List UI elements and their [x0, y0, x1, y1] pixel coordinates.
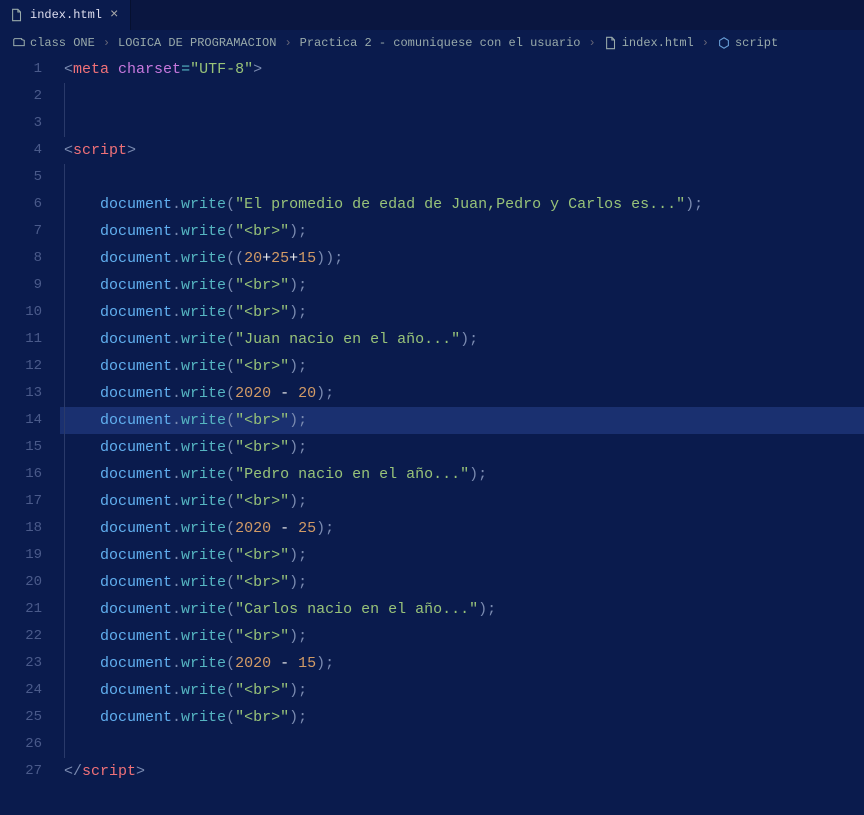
line-number: 24	[0, 677, 42, 704]
breadcrumb-item[interactable]: class ONE	[12, 36, 95, 50]
line-number: 23	[0, 650, 42, 677]
line-number: 1	[0, 56, 42, 83]
line-number: 8	[0, 245, 42, 272]
line-number: 27	[0, 758, 42, 785]
code-line[interactable]: document.write("<br>");	[60, 299, 864, 326]
code-line[interactable]: document.write("<br>");	[60, 407, 864, 434]
line-number: 17	[0, 488, 42, 515]
code-line[interactable]: document.write("<br>");	[60, 218, 864, 245]
folder-icon	[12, 36, 26, 50]
file-icon	[10, 8, 24, 22]
chevron-right-icon: ›	[698, 36, 713, 50]
breadcrumb-label: class ONE	[30, 36, 95, 50]
code-editor[interactable]: 1 2 3 4 5 6 7 8 9 10 11 12 13 14 15 16 1…	[0, 56, 864, 815]
code-line[interactable]: document.write(2020 - 20);	[60, 380, 864, 407]
code-line[interactable]: document.write("<br>");	[60, 542, 864, 569]
line-number: 25	[0, 704, 42, 731]
breadcrumb-item[interactable]: index.html	[604, 36, 694, 50]
line-number: 20	[0, 569, 42, 596]
code-line[interactable]: <meta charset="UTF-8">	[60, 56, 864, 83]
code-line[interactable]: document.write("<br>");	[60, 353, 864, 380]
close-icon[interactable]: ×	[108, 7, 120, 23]
breadcrumb: class ONE › LOGICA DE PROGRAMACION › Pra…	[0, 30, 864, 56]
code-line[interactable]: document.write("<br>");	[60, 434, 864, 461]
line-number: 16	[0, 461, 42, 488]
code-line[interactable]: document.write(2020 - 25);	[60, 515, 864, 542]
chevron-right-icon: ›	[99, 36, 114, 50]
file-icon	[604, 36, 618, 50]
symbol-icon	[717, 36, 731, 50]
code-line[interactable]: document.write((20+25+15));	[60, 245, 864, 272]
line-number: 21	[0, 596, 42, 623]
line-number: 4	[0, 137, 42, 164]
line-number: 7	[0, 218, 42, 245]
code-line[interactable]	[60, 164, 864, 191]
code-line[interactable]: document.write("<br>");	[60, 272, 864, 299]
breadcrumb-label: script	[735, 36, 778, 50]
code-line[interactable]: document.write("<br>");	[60, 569, 864, 596]
code-line[interactable]: document.write("<br>");	[60, 704, 864, 731]
line-number: 18	[0, 515, 42, 542]
code-line[interactable]: document.write("<br>");	[60, 488, 864, 515]
line-number: 2	[0, 83, 42, 110]
code-line[interactable]: document.write("<br>");	[60, 677, 864, 704]
code-line[interactable]: document.write("<br>");	[60, 623, 864, 650]
line-number-gutter: 1 2 3 4 5 6 7 8 9 10 11 12 13 14 15 16 1…	[0, 56, 60, 815]
breadcrumb-label: index.html	[622, 36, 694, 50]
tab-label: index.html	[30, 8, 102, 22]
code-line[interactable]: document.write("Pedro nacio en el año...…	[60, 461, 864, 488]
code-line[interactable]	[60, 83, 864, 110]
breadcrumb-item[interactable]: Practica 2 - comuniquese con el usuario	[300, 36, 581, 50]
line-number: 5	[0, 164, 42, 191]
breadcrumb-item[interactable]: script	[717, 36, 778, 50]
line-number: 14	[0, 407, 42, 434]
tab-index-html[interactable]: index.html ×	[0, 0, 131, 30]
code-line[interactable]: document.write("Juan nacio en el año..."…	[60, 326, 864, 353]
code-content[interactable]: <meta charset="UTF-8"> <script> document…	[60, 56, 864, 815]
tab-bar: index.html ×	[0, 0, 864, 30]
line-number: 22	[0, 623, 42, 650]
chevron-right-icon: ›	[280, 36, 295, 50]
line-number: 9	[0, 272, 42, 299]
line-number: 12	[0, 353, 42, 380]
code-line[interactable]: </script>	[60, 758, 864, 785]
line-number: 15	[0, 434, 42, 461]
line-number: 13	[0, 380, 42, 407]
line-number: 6	[0, 191, 42, 218]
code-line[interactable]	[60, 110, 864, 137]
line-number: 19	[0, 542, 42, 569]
line-number: 10	[0, 299, 42, 326]
code-line[interactable]: document.write("El promedio de edad de J…	[60, 191, 864, 218]
line-number: 11	[0, 326, 42, 353]
breadcrumb-label: Practica 2 - comuniquese con el usuario	[300, 36, 581, 50]
line-number: 26	[0, 731, 42, 758]
breadcrumb-label: LOGICA DE PROGRAMACION	[118, 36, 276, 50]
code-line[interactable]	[60, 731, 864, 758]
chevron-right-icon: ›	[585, 36, 600, 50]
code-line[interactable]: document.write("Carlos nacio en el año..…	[60, 596, 864, 623]
breadcrumb-item[interactable]: LOGICA DE PROGRAMACION	[118, 36, 276, 50]
code-line[interactable]: <script>	[60, 137, 864, 164]
line-number: 3	[0, 110, 42, 137]
code-line[interactable]: document.write(2020 - 15);	[60, 650, 864, 677]
